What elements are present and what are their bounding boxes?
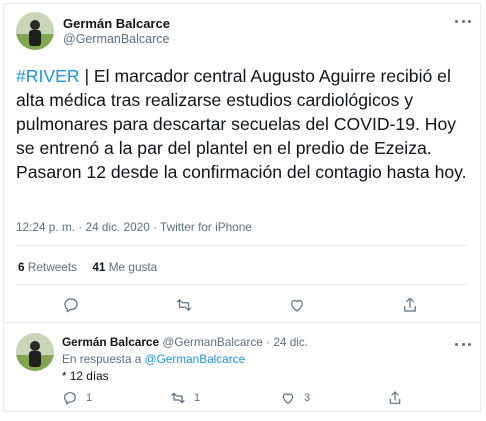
retweet-icon [176,299,192,311]
retweet-count: 1 [194,392,201,404]
reply-header: Germán Balcarce @GermanBalcarce · 24 dic… [62,335,308,349]
reply-reply-button[interactable]: 1 [62,390,92,406]
retweets-stat[interactable]: 6 Retweets [18,260,77,274]
reply-share-button[interactable] [387,390,403,406]
reply-icon [64,298,78,313]
reply-like-button[interactable]: 3 [280,390,310,406]
share-icon [404,297,416,312]
replying-to-label: En respuesta a [62,352,142,366]
more-dots-icon[interactable] [455,339,471,349]
divider [16,245,468,246]
replying-to-mention[interactable]: @GermanBalcarce [145,352,246,366]
reply-author-avatar[interactable] [16,333,54,371]
reply-author-name[interactable]: Germán Balcarce [62,335,159,349]
tweet-body: | El marcador central Augusto Aguirre re… [16,66,467,182]
retweets-count: 6 [18,260,25,274]
author-handle[interactable]: @GermanBalcarce [63,32,169,46]
reply-count: 1 [86,392,93,404]
likes-label: Me gusta [108,260,158,274]
reply-icon [64,392,76,405]
divider [16,284,468,285]
share-button[interactable] [401,296,419,314]
tweet-stats: 6 Retweets 41 Me gusta [18,260,169,274]
share-icon [389,391,401,404]
like-icon [282,393,294,404]
likes-count: 41 [92,260,106,274]
retweets-label: Retweets [27,260,78,274]
hashtag-link[interactable]: #RIVER [16,66,80,86]
retweet-icon [171,392,185,404]
tweet-text: #RIVER | El marcador central Augusto Agu… [16,64,476,184]
reply-retweet-button[interactable]: 1 [170,390,200,406]
like-button[interactable] [288,296,306,314]
author-name[interactable]: Germán Balcarce [63,16,170,31]
reply-text: * 12 días [62,369,109,383]
reply-author-handle-date[interactable]: @GermanBalcarce · 24 dic. [162,335,308,349]
tweet-meta[interactable]: 12:24 p. m. · 24 dic. 2020 · Twitter for… [16,220,252,234]
likes-stat[interactable]: 41 Me gusta [92,260,157,274]
reply-button[interactable] [62,296,80,314]
like-count: 3 [304,392,311,404]
replying-to: En respuesta a @GermanBalcarce [62,352,245,366]
author-avatar[interactable] [16,12,54,50]
retweet-button[interactable] [175,296,193,314]
divider [4,322,481,323]
like-icon [291,299,303,312]
more-dots-icon[interactable] [455,16,471,26]
